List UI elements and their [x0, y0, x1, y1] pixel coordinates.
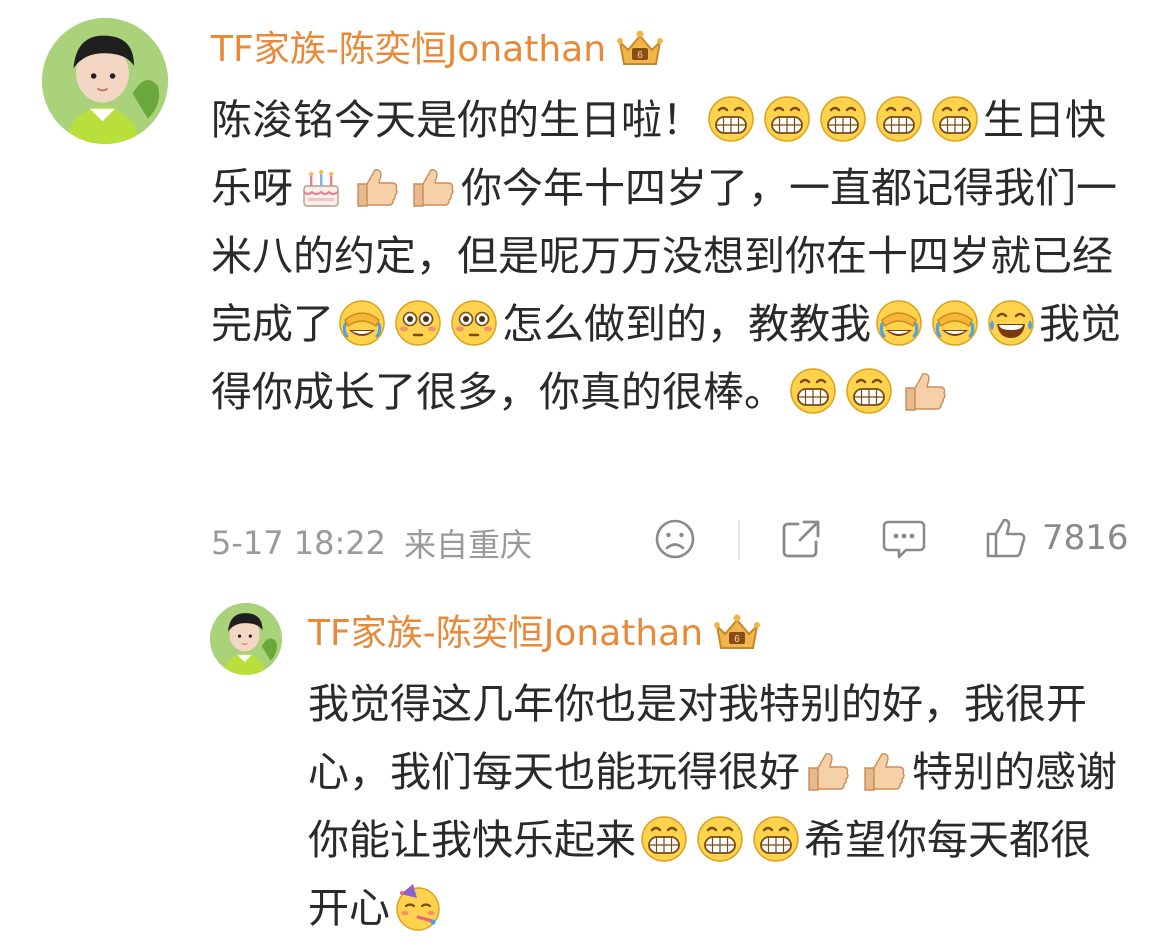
avatar-image: [42, 18, 168, 144]
username[interactable]: TF家族-陈奕恒Jonathan: [211, 32, 606, 68]
grin-emoji-icon: [844, 366, 894, 416]
grin-emoji-icon: [762, 94, 812, 144]
avatar[interactable]: [42, 18, 168, 144]
action-divider: [738, 520, 740, 560]
flushed-emoji-icon: [393, 298, 443, 348]
grin-emoji-icon: [818, 94, 868, 144]
frown-face-icon[interactable]: [654, 518, 696, 560]
thumbs-up-emoji-icon: [408, 162, 458, 212]
party-face-emoji-icon: [393, 882, 443, 932]
crown-badge-icon: 6: [711, 612, 763, 656]
text-run: 怎么做到的，教教我: [502, 300, 871, 348]
reply-username[interactable]: TF家族-陈奕恒Jonathan: [308, 616, 703, 652]
comment-actions: 7816: [650, 512, 1130, 568]
reply-avatar[interactable]: [210, 603, 282, 675]
comment-meta: 5-17 18:22 来自重庆: [211, 520, 532, 566]
reply-text: 我觉得这几年你也是对我特别的好，我很开心，我们每天也能玩得很好 特别的感谢你能让我…: [308, 670, 1128, 942]
cake-emoji-icon: [296, 162, 346, 212]
like-count: 7816: [1042, 518, 1129, 558]
grin-emoji-icon: [751, 814, 801, 864]
svg-text:6: 6: [637, 50, 643, 61]
comment-text: 陈浚铭今天是你的生日啦！ 生日快乐呀 你今年十四岁了，一直都记得我们一米八的约定，但…: [211, 86, 1131, 426]
thumbs-up-emoji-icon: [859, 746, 909, 796]
facepalm-laugh-emoji-icon: [930, 298, 980, 348]
text-run: 陈浚铭今天是你的生日啦！: [211, 96, 703, 144]
grin-emoji-icon: [706, 94, 756, 144]
comment-reply: TF家族-陈奕恒Jonathan 6 我觉得这几年你也是对我特别的好，我很开心，…: [0, 590, 1170, 951]
avatar-image: [210, 603, 282, 675]
comment-bubble-icon[interactable]: [882, 518, 926, 560]
crown-badge-icon: 6: [614, 28, 666, 72]
thumbs-up-outline-icon: [984, 516, 1028, 560]
tears-of-joy-emoji-icon: [986, 298, 1036, 348]
username-row: TF家族-陈奕恒Jonathan 6: [211, 28, 666, 72]
thumbs-up-emoji-icon: [352, 162, 402, 212]
thumbs-up-emoji-icon: [803, 746, 853, 796]
grin-emoji-icon: [639, 814, 689, 864]
timestamp: 5-17 18:22: [211, 524, 387, 562]
facepalm-laugh-emoji-icon: [874, 298, 924, 348]
grin-emoji-icon: [788, 366, 838, 416]
share-icon[interactable]: [780, 518, 822, 560]
facepalm-laugh-emoji-icon: [337, 298, 387, 348]
location: 来自重庆: [404, 526, 533, 564]
grin-emoji-icon: [874, 94, 924, 144]
reply-username-row: TF家族-陈奕恒Jonathan 6: [308, 612, 763, 656]
grin-emoji-icon: [695, 814, 745, 864]
grin-emoji-icon: [930, 94, 980, 144]
like-button[interactable]: 7816: [984, 516, 1129, 560]
comment-main: TF家族-陈奕恒Jonathan 6 陈浚铭今天是你的生日啦！ 生日快乐呀 你今年十…: [0, 0, 1170, 590]
svg-text:6: 6: [734, 634, 740, 645]
thumbs-up-emoji-icon: [900, 366, 950, 416]
flushed-emoji-icon: [449, 298, 499, 348]
